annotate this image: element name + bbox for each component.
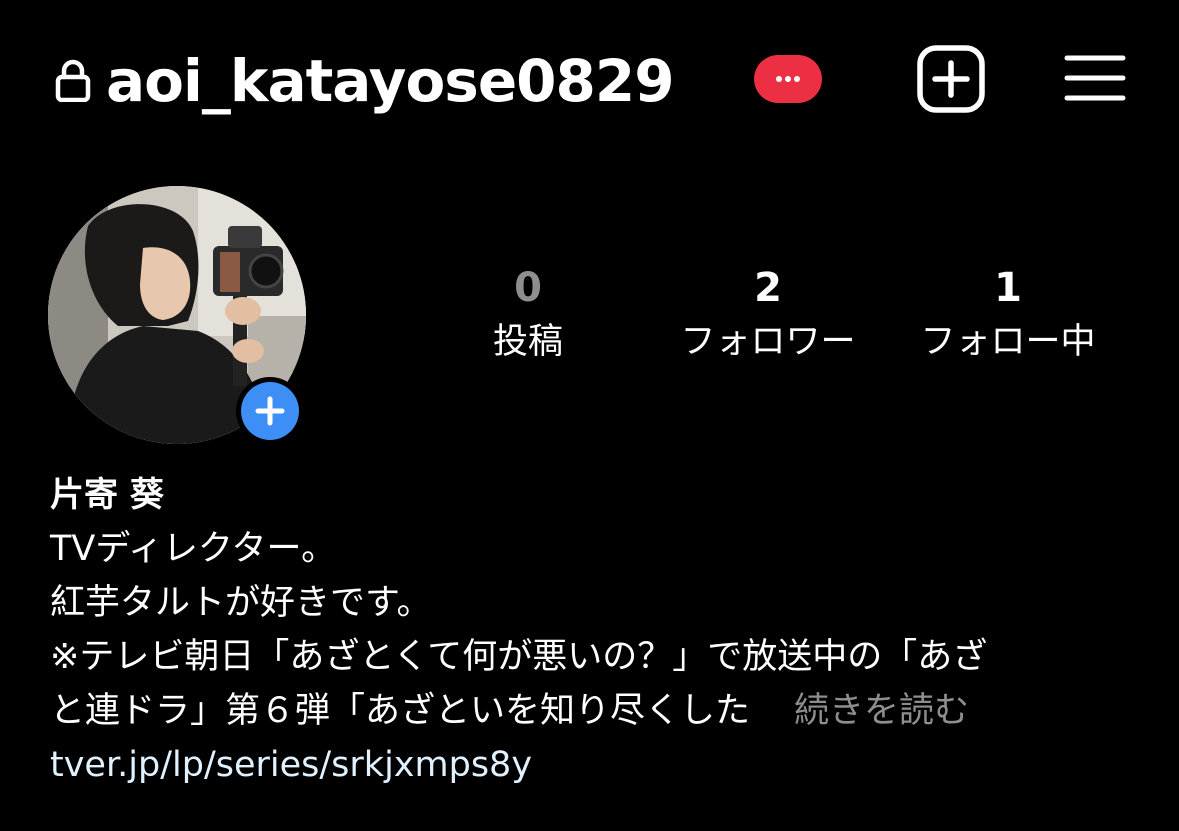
followers-count-value: 2 [754, 265, 782, 311]
following-count-value: 1 [994, 265, 1022, 311]
add-story-button[interactable] [236, 377, 304, 445]
bio-line: TVディレクター。 [50, 529, 337, 569]
plus-icon [255, 396, 285, 426]
followers-count-label: フォロワー [680, 322, 856, 362]
profile-bio: 片寄 葵 TVディレクター。 紅芋タルトが好きです。 ※テレビ朝日「あざとくて何… [50, 468, 1150, 792]
username-title[interactable]: aoi_katayose0829 [106, 36, 675, 126]
hamburger-menu-icon[interactable] [1064, 52, 1126, 104]
posts-count-value: 0 [514, 265, 542, 311]
bio-line: 紅芋タルトが好きです。 [50, 583, 432, 623]
following-count[interactable]: 1 フォロー中 [888, 262, 1128, 366]
bio-line: ※テレビ朝日「あざとくて何が悪いの？」で放送中の「あざ [50, 637, 988, 677]
plus-square-icon[interactable] [916, 44, 986, 114]
followers-count[interactable]: 2 フォロワー [648, 262, 888, 366]
bio-website-link[interactable]: tver.jp/lp/series/srkjxmps8y [50, 738, 1150, 792]
bio-line-text: と連ドラ」第６弾「あざといを知り尽くした [50, 691, 751, 731]
badge-dot [785, 76, 791, 82]
posts-count-label: 投稿 [492, 322, 563, 362]
read-more-link[interactable]: 続きを読む [794, 691, 969, 731]
badge-dot [776, 76, 782, 82]
notification-badge[interactable] [754, 55, 822, 103]
bio-line-last: と連ドラ」第６弾「あざといを知り尽くした 続きを読む [50, 684, 1150, 738]
badge-dot [794, 76, 800, 82]
add-story-circle [241, 382, 299, 440]
lock-icon [55, 59, 91, 102]
profile-header: aoi_katayose0829 [0, 0, 1179, 170]
posts-count[interactable]: 0 投稿 [408, 262, 648, 366]
display-name: 片寄 葵 [50, 475, 164, 515]
following-count-label: フォロー中 [920, 322, 1096, 362]
